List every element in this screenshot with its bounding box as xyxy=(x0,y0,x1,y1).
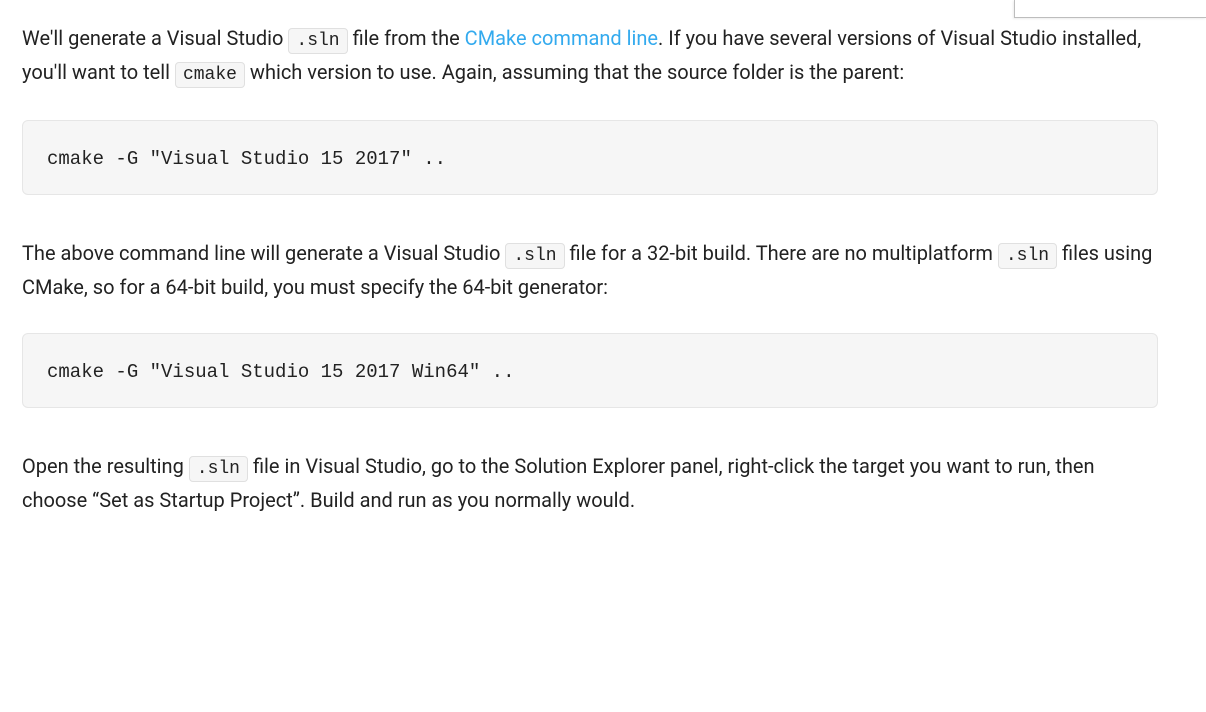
inline-code-sln: .sln xyxy=(288,28,347,54)
paragraph-2: The above command line will generate a V… xyxy=(22,237,1158,303)
paragraph-3: Open the resulting .sln file in Visual S… xyxy=(22,450,1158,516)
inline-code-sln: .sln xyxy=(189,456,248,482)
corner-panel xyxy=(1014,0,1206,18)
inline-code-sln: .sln xyxy=(505,243,564,269)
code-block-generator-64: cmake -G "Visual Studio 15 2017 Win64" .… xyxy=(22,333,1158,408)
code: cmake -G "Visual Studio 15 2017 Win64" .… xyxy=(47,361,514,383)
text: file for a 32-bit build. There are no mu… xyxy=(565,241,998,265)
text: The above command line will generate a V… xyxy=(22,241,505,265)
inline-code-cmake: cmake xyxy=(175,62,245,88)
text: which version to use. Again, assuming th… xyxy=(245,60,904,84)
inline-code-sln: .sln xyxy=(998,243,1057,269)
text: file from the xyxy=(348,26,465,50)
link-cmake-command-line[interactable]: CMake command line xyxy=(465,26,658,50)
text: We'll generate a Visual Studio xyxy=(22,26,288,50)
article-body: We'll generate a Visual Studio .sln file… xyxy=(0,0,1180,516)
text: Open the resulting xyxy=(22,454,189,478)
code-block-generator-32: cmake -G "Visual Studio 15 2017" .. xyxy=(22,120,1158,195)
paragraph-1: We'll generate a Visual Studio .sln file… xyxy=(22,22,1158,90)
code: cmake -G "Visual Studio 15 2017" .. xyxy=(47,148,446,170)
